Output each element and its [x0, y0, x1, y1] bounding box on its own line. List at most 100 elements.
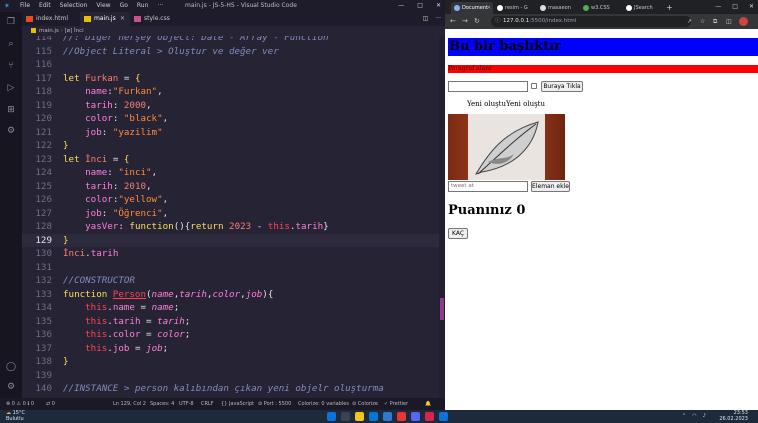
status-indent[interactable]: Spaces: 4: [150, 398, 174, 410]
menu-file[interactable]: File: [20, 0, 30, 12]
reload-icon[interactable]: ↻: [474, 14, 480, 29]
info-icon[interactable]: ⓘ: [495, 16, 501, 27]
code-editor[interactable]: 114 //: Diğer herşey object: Date - Array…: [22, 36, 442, 398]
extensions-puzzle-icon[interactable]: ⧉: [713, 14, 717, 29]
breadcrumb-symbol[interactable]: [ø] İnci: [65, 28, 84, 34]
explorer-icon[interactable]: ❐: [6, 17, 16, 27]
back-icon[interactable]: ←: [450, 14, 456, 29]
run-debug-icon[interactable]: ▷: [6, 83, 16, 93]
code-line[interactable]: 137 this.job = job;: [22, 342, 442, 356]
chrome-icon[interactable]: [397, 412, 406, 421]
code-line[interactable]: 133 function Person(name,tarih,color,job)…: [22, 288, 442, 302]
code-line[interactable]: 139: [22, 369, 442, 383]
source-control-icon[interactable]: ⑂: [6, 61, 16, 71]
browser-tab-jsearch[interactable]: JSearch: [623, 2, 665, 14]
code-line[interactable]: 131: [22, 261, 442, 275]
status-ports[interactable]: ⇄ 0: [46, 398, 55, 410]
tweet-input[interactable]: tweet at: [448, 181, 528, 192]
code-line[interactable]: 134 this.name = name;: [22, 301, 442, 315]
edge-icon[interactable]: [369, 412, 378, 421]
menu-view[interactable]: View: [96, 0, 110, 12]
weather-widget[interactable]: ☁ 15°C Bulutlu: [6, 410, 25, 422]
search-icon[interactable]: ⌕: [6, 39, 16, 49]
menu-selection[interactable]: Selection: [60, 0, 88, 12]
code-line[interactable]: 129}: [22, 233, 442, 247]
breadcrumb-file[interactable]: main.js: [39, 28, 59, 34]
search-taskbar-icon[interactable]: [341, 412, 350, 421]
remote-icon[interactable]: ⚙: [6, 126, 16, 136]
code-line[interactable]: 136 this.color = color;: [22, 328, 442, 342]
code-line[interactable]: 119 tarih: 2000,: [22, 99, 442, 113]
account-icon[interactable]: ◯: [6, 362, 16, 372]
close-tab-icon[interactable]: ✕: [487, 2, 491, 14]
code-line[interactable]: 124 name: "inci",: [22, 166, 442, 180]
code-line[interactable]: 118 name:"Furkan",: [22, 85, 442, 99]
checkbox[interactable]: [531, 83, 537, 89]
app-icon[interactable]: [439, 412, 448, 421]
tray-chevron-icon[interactable]: ⌃: [682, 410, 686, 423]
code-line[interactable]: 117 let Furkan = {: [22, 72, 442, 86]
minimize-button[interactable]: —: [398, 0, 404, 12]
close-button[interactable]: ✕: [436, 0, 441, 12]
profile-avatar[interactable]: [739, 17, 748, 26]
share-icon[interactable]: ↗: [687, 14, 692, 29]
vscode-taskbar-icon[interactable]: [383, 412, 392, 421]
volume-icon[interactable]: ♪: [703, 410, 706, 423]
tab-style-css[interactable]: style.css: [130, 12, 182, 26]
status-colorize[interactable]: ⊘ Colorize: [352, 398, 378, 410]
status-eol[interactable]: CRLF: [201, 398, 214, 410]
escape-button[interactable]: KAÇ: [448, 228, 468, 239]
code-line[interactable]: 123 let İnci = {: [22, 153, 442, 167]
start-icon[interactable]: [327, 412, 336, 421]
app-icon[interactable]: [411, 412, 420, 421]
status-live-server[interactable]: ⊘ Port : 5500: [258, 398, 291, 410]
file-explorer-icon[interactable]: [355, 412, 364, 421]
browser-tab-w3css[interactable]: w3.CSS: [580, 2, 622, 14]
code-line[interactable]: 130 İnci.tarih: [22, 247, 442, 261]
browser-maximize-button[interactable]: □: [732, 0, 738, 14]
status-problems[interactable]: ⊗ 0 ⚠ 0 ℹ 0: [6, 398, 34, 410]
status-colorize-vars[interactable]: Colorize: 0 variables: [298, 398, 349, 410]
close-tab-icon[interactable]: ✕: [120, 12, 125, 26]
menu-edit[interactable]: Edit: [39, 0, 51, 12]
code-line[interactable]: 128 yasVer: function(){return 2023 - thi…: [22, 220, 442, 234]
code-line[interactable]: 132 //CONSTRUCTOR: [22, 274, 442, 288]
menu-run[interactable]: Run: [137, 0, 149, 12]
app-icon[interactable]: [425, 412, 434, 421]
split-editor-icon[interactable]: ◫: [423, 12, 429, 26]
bookmark-star-icon[interactable]: ☆: [700, 14, 705, 29]
code-line[interactable]: 127 job: "Öğrenci",: [22, 207, 442, 221]
code-line[interactable]: 122}: [22, 139, 442, 153]
status-position[interactable]: Ln 129, Col 2: [113, 398, 146, 410]
forward-icon[interactable]: →: [462, 14, 468, 29]
menu-go[interactable]: Go: [120, 0, 128, 12]
more-actions-icon[interactable]: ···: [435, 12, 441, 26]
new-tab-button[interactable]: +: [666, 2, 673, 14]
code-line[interactable]: 120 color: "black",: [22, 112, 442, 126]
code-line[interactable]: 121 job: "yazilim": [22, 126, 442, 140]
code-line[interactable]: 140 //INSTANCE > person kalıbından çıkan …: [22, 382, 442, 396]
notifications-icon[interactable]: 🔔: [425, 398, 431, 410]
code-line[interactable]: 125 tarih: 2010,: [22, 180, 442, 194]
code-line[interactable]: 116: [22, 58, 442, 72]
browser-close-button[interactable]: ✕: [749, 0, 754, 14]
browser-tab-resim[interactable]: resim - G: [494, 2, 536, 14]
code-line[interactable]: 126 color:"yellow",: [22, 193, 442, 207]
extensions-icon[interactable]: ⊞: [6, 105, 16, 115]
clock[interactable]: 23:53 26.02.2023: [719, 410, 748, 422]
code-line[interactable]: 138}: [22, 355, 442, 369]
browser-tab-document[interactable]: Document ✕: [451, 2, 493, 14]
wifi-icon[interactable]: ◠: [692, 410, 696, 423]
status-language[interactable]: {} JavaScript: [221, 398, 254, 410]
sidepanel-icon[interactable]: ◫: [726, 14, 732, 29]
status-encoding[interactable]: UTF-8: [179, 398, 194, 410]
add-element-button[interactable]: Eleman ekle: [531, 181, 570, 192]
browser-tab-masaeon[interactable]: masaeon: [537, 2, 579, 14]
menu-more[interactable]: ···: [157, 0, 163, 12]
maximize-button[interactable]: □: [417, 0, 423, 12]
click-here-button[interactable]: Buraya Tıkla: [541, 81, 583, 92]
settings-gear-icon[interactable]: ⚙: [6, 382, 16, 392]
code-line[interactable]: 114 //: Diğer herşey object: Date - Array…: [22, 36, 442, 45]
browser-minimize-button[interactable]: —: [715, 0, 721, 14]
code-line[interactable]: 115 //Object Literal > Oluştur ve değer v…: [22, 45, 442, 59]
